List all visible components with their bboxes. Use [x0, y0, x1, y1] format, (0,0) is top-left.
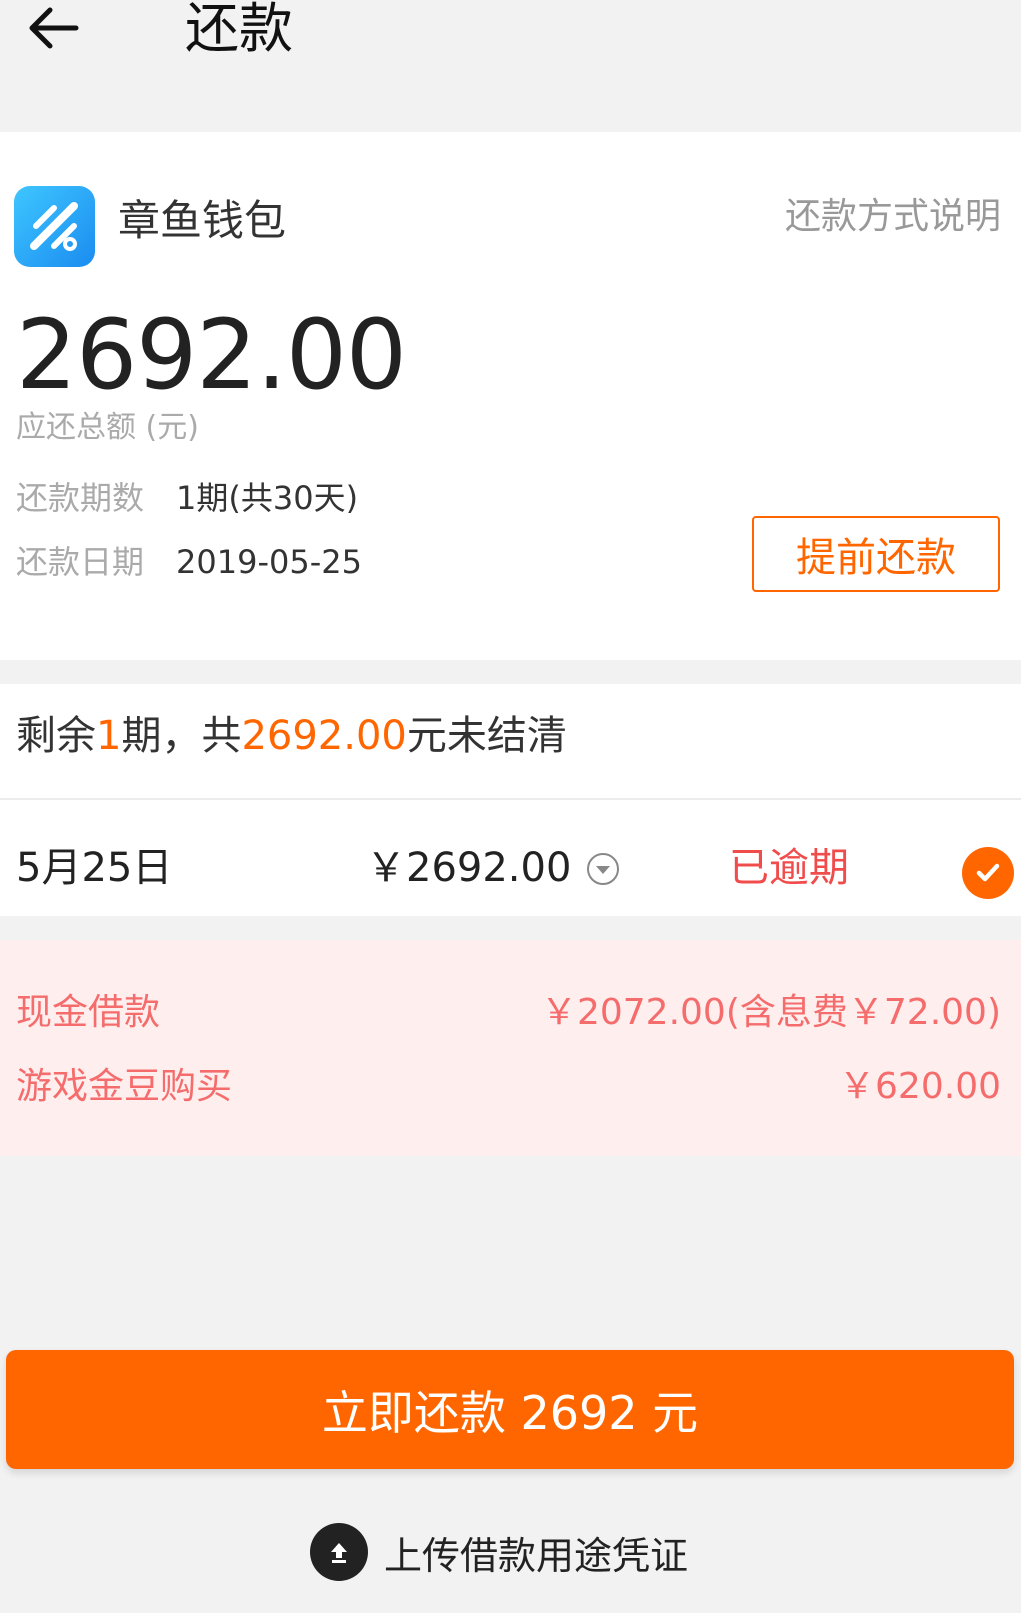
- summary-prefix: 剩余: [16, 713, 96, 759]
- remaining-amount: 2692.00: [241, 713, 407, 759]
- breakdown-row: 现金借款 ￥2072.00(含息费￥72.00): [16, 988, 1001, 1038]
- period-value: 1期(共30天): [176, 479, 359, 517]
- installment-amount: ￥2692.00: [366, 845, 572, 891]
- app-name: 章鱼钱包: [118, 196, 287, 245]
- period-key: 还款期数: [16, 479, 145, 517]
- breakdown-value: ￥620.00: [839, 1066, 1001, 1107]
- breakdown-row: 游戏金豆购买 ￥620.00: [16, 1062, 1001, 1112]
- date-value: 2019-05-25: [176, 543, 362, 581]
- remaining-summary: 剩余1期，共2692.00元未结清: [16, 706, 567, 766]
- total-amount-label: 应还总额 (元): [16, 410, 199, 445]
- back-button[interactable]: [22, 0, 86, 56]
- app-logo: [14, 186, 95, 267]
- total-amount: 2692.00: [16, 299, 407, 411]
- divider: [0, 798, 1021, 800]
- remaining-periods: 1: [96, 713, 122, 759]
- header-bar: 还款: [0, 0, 1021, 120]
- pay-now-button[interactable]: 立即还款 2692 元: [6, 1350, 1014, 1469]
- breakdown-panel: 现金借款 ￥2072.00(含息费￥72.00) 游戏金豆购买 ￥620.00: [0, 940, 1021, 1156]
- breakdown-value: ￥2072.00(含息费￥72.00): [540, 992, 1001, 1033]
- breakdown-label: 游戏金豆购买: [16, 1066, 233, 1107]
- breakdown-label: 现金借款: [16, 992, 161, 1033]
- arrow-left-icon: [29, 7, 79, 49]
- date-key: 还款日期: [16, 543, 145, 581]
- early-repay-button[interactable]: 提前还款: [752, 516, 1000, 592]
- period-row: 还款期数 1期(共30天): [16, 476, 358, 520]
- installments-card: 剩余1期，共2692.00元未结清 5月25日 ￥2692.00 已逾期: [0, 684, 1021, 916]
- upload-label: 上传借款用途凭证: [384, 1533, 689, 1578]
- repayment-summary-card: 章鱼钱包 还款方式说明 2692.00 应还总额 (元) 还款期数 1期(共30…: [0, 132, 1021, 660]
- upload-voucher-link[interactable]: 上传借款用途凭证: [310, 1522, 688, 1582]
- summary-suffix: 元未结清: [406, 713, 567, 759]
- repayment-method-link[interactable]: 还款方式说明: [785, 192, 1001, 242]
- date-row: 还款日期 2019-05-25: [16, 540, 362, 584]
- chevron-down-icon[interactable]: [586, 852, 620, 886]
- page-title: 还款: [185, 0, 293, 60]
- octopus-logo-icon: [30, 202, 78, 251]
- overdue-status: 已逾期: [729, 845, 849, 891]
- summary-mid: 期，共: [121, 713, 242, 759]
- upload-icon: [310, 1523, 368, 1581]
- checkbox-checked-icon[interactable]: [962, 847, 1014, 899]
- installment-date: 5月25日: [16, 845, 173, 891]
